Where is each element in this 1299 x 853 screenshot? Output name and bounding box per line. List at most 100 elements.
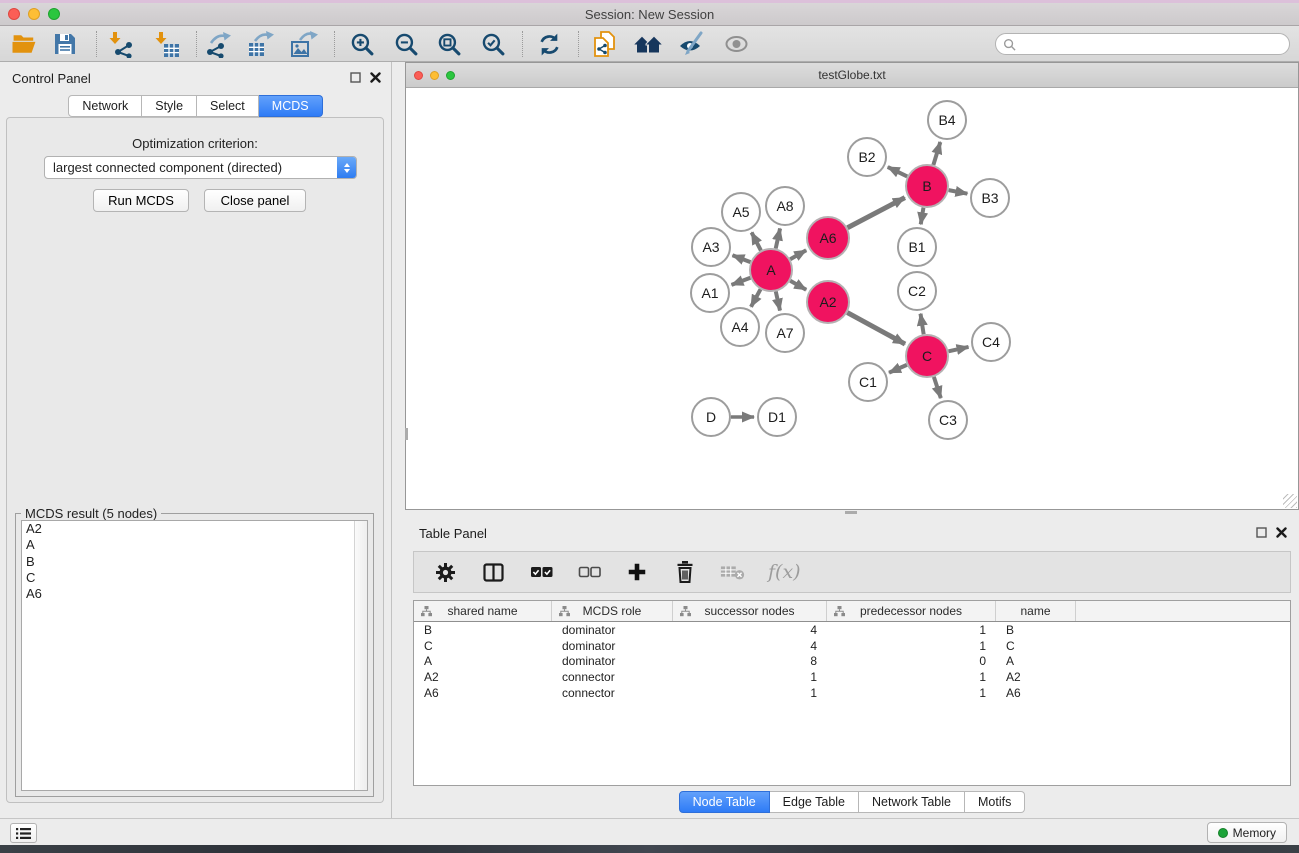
tab-edge-table[interactable]: Edge Table [770,791,859,813]
network-node-d1[interactable]: D1 [758,398,796,436]
cell-shared-name[interactable]: A [414,654,552,668]
table-row-a6[interactable]: A6connector11A6 [414,685,1290,701]
result-item-b[interactable]: B [22,554,367,570]
network-node-a5[interactable]: A5 [722,193,760,231]
float-panel-icon[interactable] [1256,527,1267,538]
export-table-button[interactable] [246,30,276,58]
deselect-all-columns-button[interactable] [576,559,602,585]
zoom-fit-button[interactable] [434,30,464,58]
import-network-button[interactable] [106,30,136,58]
network-edge-b-b1[interactable] [921,208,924,225]
network-node-d[interactable]: D [692,398,730,436]
network-node-a6[interactable]: A6 [807,217,849,259]
network-edge-a-a6[interactable] [790,250,806,259]
optimization-select[interactable]: largest connected component (directed) [44,156,357,179]
network-edge-a-a1[interactable] [732,278,751,285]
result-scrollbar[interactable] [354,521,367,790]
cell-mcds-role[interactable]: connector [552,670,673,684]
memory-button[interactable]: Memory [1207,822,1287,843]
window-titlebar[interactable]: Session: New Session [0,3,1299,26]
network-edge-c-c2[interactable] [920,314,923,335]
network-node-c1[interactable]: C1 [849,363,887,401]
network-node-a4[interactable]: A4 [721,308,759,346]
tab-motifs[interactable]: Motifs [965,791,1025,813]
close-panel-icon[interactable] [370,72,381,83]
save-session-button[interactable] [50,30,80,58]
cell-name[interactable]: A2 [996,670,1076,684]
result-item-c[interactable]: C [22,570,367,586]
run-mcds-button[interactable]: Run MCDS [93,189,189,212]
cell-name[interactable]: C [996,639,1076,653]
cell-mcds-role[interactable]: connector [552,686,673,700]
search-input[interactable] [1016,36,1289,52]
cell-predecessor-nodes[interactable]: 0 [827,654,996,668]
network-node-c[interactable]: C [906,335,948,377]
cell-name[interactable]: A [996,654,1076,668]
network-edge-b-b3[interactable] [949,190,968,194]
cell-mcds-role[interactable]: dominator [552,623,673,637]
network-window-titlebar[interactable]: testGlobe.txt [406,63,1298,88]
network-node-b2[interactable]: B2 [848,138,886,176]
export-network-button[interactable] [204,30,234,58]
select-all-columns-button[interactable] [528,559,554,585]
resize-grip[interactable] [1283,494,1297,508]
network-node-b4[interactable]: B4 [928,101,966,139]
export-image-button[interactable] [289,30,319,58]
network-edge-c-c4[interactable] [948,347,968,351]
mcds-result-list[interactable]: A2ABCA6 [21,520,368,791]
refresh-button[interactable] [534,30,564,58]
network-edge-a2-c[interactable] [847,313,905,344]
network-edge-a-a4[interactable] [751,289,761,306]
network-edge-c-c3[interactable] [934,377,941,398]
close-panel-icon[interactable] [1276,527,1287,538]
search-field[interactable] [995,33,1290,55]
tab-network-table[interactable]: Network Table [859,791,965,813]
table-row-c[interactable]: Cdominator41C [414,638,1290,654]
network-node-a1[interactable]: A1 [691,274,729,312]
result-item-a2[interactable]: A2 [22,521,367,537]
zoom-in-button[interactable] [347,30,377,58]
cell-name[interactable]: B [996,623,1076,637]
cell-successor-nodes[interactable]: 4 [673,639,827,653]
cell-mcds-role[interactable]: dominator [552,639,673,653]
network-edge-a-a5[interactable] [752,232,761,250]
tab-style[interactable]: Style [142,95,197,117]
network-node-b1[interactable]: B1 [898,228,936,266]
cell-shared-name[interactable]: B [414,623,552,637]
cell-predecessor-nodes[interactable]: 1 [827,639,996,653]
show-graphics-button[interactable] [721,30,751,58]
network-edge-a-a7[interactable] [776,291,780,310]
select-stepper-icon[interactable] [337,157,356,178]
cell-shared-name[interactable]: C [414,639,552,653]
hide-graphics-button[interactable] [676,30,706,58]
create-column-button[interactable] [624,559,650,585]
zoom-selected-button[interactable] [478,30,508,58]
network-node-a[interactable]: A [750,249,792,291]
column-header-predecessor-nodes[interactable]: predecessor nodes [827,601,996,621]
clone-network-button[interactable] [590,30,620,58]
layout-button[interactable] [633,30,663,58]
network-node-c2[interactable]: C2 [898,272,936,310]
column-header-mcds-role[interactable]: MCDS role [552,601,673,621]
column-view-button[interactable] [480,559,506,585]
result-item-a6[interactable]: A6 [22,586,367,602]
network-edge-a6-b[interactable] [847,198,904,228]
network-node-c3[interactable]: C3 [929,401,967,439]
network-edge-b-b4[interactable] [933,142,940,165]
network-node-b3[interactable]: B3 [971,179,1009,217]
cell-name[interactable]: A6 [996,686,1076,700]
network-node-b[interactable]: B [906,165,948,207]
result-item-a[interactable]: A [22,537,367,553]
network-edge-b-b2[interactable] [888,167,907,176]
import-table-button[interactable] [152,30,182,58]
cell-mcds-role[interactable]: dominator [552,654,673,668]
cell-predecessor-nodes[interactable]: 1 [827,686,996,700]
cell-successor-nodes[interactable]: 8 [673,654,827,668]
network-edge-a-a3[interactable] [732,255,750,262]
network-node-a7[interactable]: A7 [766,314,804,352]
network-canvas[interactable]: B4B2BB3A8A5A6A3B1AC2A1A2A4A7C4CC1DD1C3 [406,88,1298,509]
cell-predecessor-nodes[interactable]: 1 [827,623,996,637]
function-builder-button[interactable]: f(x) [768,559,801,585]
delete-table-button[interactable] [720,559,746,585]
open-session-button[interactable] [9,30,39,58]
